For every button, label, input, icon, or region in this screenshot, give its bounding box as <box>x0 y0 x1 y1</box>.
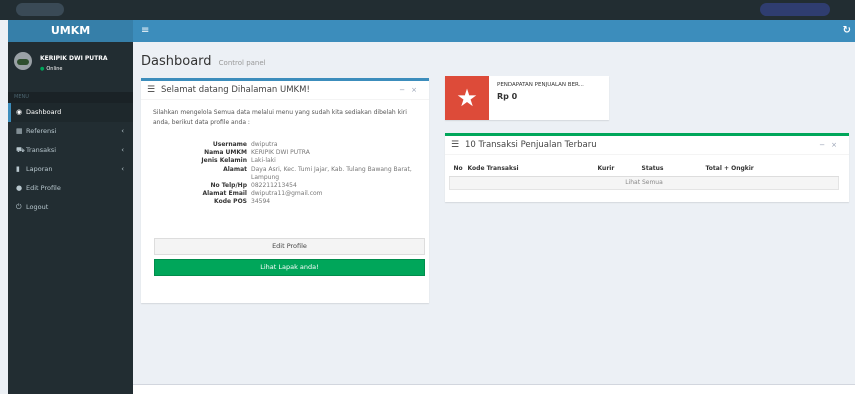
profile-value: 082211213454 <box>251 182 297 190</box>
revenue-label: PENDAPATAN PENJUALAN BER... <box>497 82 584 88</box>
sidebar-item-label: Transaksi <box>26 146 57 154</box>
refresh-icon[interactable]: ↻ <box>843 20 851 42</box>
sidebar-item-logout[interactable]: ⏻ Logout <box>8 198 133 217</box>
sidebar-item-dashboard[interactable]: ◉ Dashboard <box>8 103 133 122</box>
user-panel: KERIPIK DWI PUTRA ● Online <box>8 42 133 92</box>
profile-value: dwiputra11@gmail.com <box>251 190 323 198</box>
profile-row: Username dwiputra <box>153 141 423 149</box>
sidebar-item-label: Logout <box>26 203 49 211</box>
recent-transactions-box: ☰ 10 Transaksi Penjualan Terbaru −× No K… <box>445 133 849 202</box>
profile-key: No Telp/Hp <box>210 182 247 190</box>
box-tools: −× <box>819 141 843 149</box>
top-navbar: ≡ ↻ <box>133 20 855 42</box>
menu-header: MENU <box>8 92 133 103</box>
welcome-box: ☰ Selamat datang Dihalaman UMKM! −× Sila… <box>141 78 429 303</box>
main-content: Dashboard Control panel ☰ Selamat datang… <box>133 42 855 384</box>
column-header: Total + Ongkir <box>705 162 839 177</box>
welcome-title: Selamat datang Dihalaman UMKM! <box>161 85 310 95</box>
sidebar-item-label: Laporan <box>26 165 53 173</box>
profile-key: Kode POS <box>214 198 247 206</box>
column-header: Status <box>641 162 706 177</box>
profile-row: Nama UMKM KERIPIK DWI PUTRA <box>153 149 423 157</box>
welcome-box-header: ☰ Selamat datang Dihalaman UMKM! −× <box>141 81 429 100</box>
app-logo[interactable]: UMKM <box>8 20 133 42</box>
column-header: Kode Transaksi <box>467 162 598 177</box>
user-name: KERIPIK DWI PUTRA <box>40 55 108 62</box>
column-header: No <box>449 162 468 177</box>
profile-details: Username dwiputra Nama UMKM KERIPIK DWI PU… <box>153 141 423 207</box>
list-icon: ☰ <box>451 140 460 150</box>
profile-value: KERIPIK DWI PUTRA <box>251 149 310 157</box>
profile-value: 34594 <box>251 198 271 206</box>
browser-chrome-bar <box>0 0 855 20</box>
sidebar-item-label: Referensi <box>26 127 57 135</box>
list-icon: ☰ <box>147 85 156 95</box>
page-subtitle: Control panel <box>218 59 266 67</box>
profile-row: Jenis Kelamin Laki-laki <box>153 157 423 165</box>
profile-key: Username <box>212 141 247 148</box>
cart-icon: ⛟ <box>16 146 25 154</box>
profile-value: Laki-laki <box>251 157 276 165</box>
profile-row: Alamat Daya Asri, Kec. Tumi Jajar, Kab. T… <box>153 166 423 182</box>
close-icon[interactable]: × <box>831 141 843 149</box>
sidebar-item-label: Dashboard <box>26 108 62 116</box>
table-icon: ▦ <box>16 127 23 135</box>
see-all-link[interactable]: Lihat Semua <box>449 175 839 190</box>
view-store-button[interactable]: Lihat Lapak anda! <box>154 259 425 276</box>
user-status-label: Online <box>46 66 63 72</box>
profile-row: No Telp/Hp 082211213454 <box>153 182 423 190</box>
transactions-table: No Kode Transaksi Kurir Status Total + O… <box>449 162 839 190</box>
transactions-box-header: ☰ 10 Transaksi Penjualan Terbaru −× <box>445 136 849 155</box>
sidebar-item-referensi[interactable]: ▦ Referensi ‹ <box>8 122 133 141</box>
book-icon: ▮ <box>16 165 20 173</box>
close-icon[interactable]: × <box>411 86 423 94</box>
collapse-icon[interactable]: − <box>819 141 831 149</box>
profile-key: Alamat <box>223 165 247 173</box>
user-icon: ● <box>16 184 23 192</box>
sidebar-item-edit-profile[interactable]: ● Edit Profile <box>8 179 133 198</box>
page-title: Dashboard Control panel <box>141 54 266 69</box>
footer <box>133 384 855 394</box>
online-dot-icon: ● <box>40 66 45 72</box>
profile-key: Alamat Email <box>202 190 247 198</box>
table-row: Lihat Semua <box>449 175 839 190</box>
sidebar-item-label: Edit Profile <box>26 184 61 192</box>
table-header-row: No Kode Transaksi Kurir Status Total + O… <box>449 162 839 177</box>
chevron-left-icon: ‹ <box>121 165 124 173</box>
page-title-text: Dashboard <box>141 54 212 69</box>
star-icon: ★ <box>445 76 489 120</box>
sidebar-item-transaksi[interactable]: ⛟Transaksi ‹ <box>8 141 133 160</box>
chevron-left-icon: ‹ <box>121 127 124 135</box>
profile-row: Alamat Email dwiputra11@gmail.com <box>153 190 423 198</box>
hamburger-icon[interactable]: ≡ <box>141 20 149 42</box>
sidebar-item-laporan[interactable]: ▮ Laporan ‹ <box>8 160 133 179</box>
browser-profile-shape <box>760 3 830 16</box>
revenue-info-box: ★ PENDAPATAN PENJUALAN BER... Rp 0 <box>445 76 609 120</box>
dashboard-icon: ◉ <box>16 108 23 116</box>
chevron-left-icon: ‹ <box>121 146 124 154</box>
sidebar: KERIPIK DWI PUTRA ● Online MENU ◉ Dashboar… <box>8 42 133 394</box>
column-header: Kurir <box>597 162 642 177</box>
browser-tab-shape <box>16 3 64 16</box>
welcome-intro: Silahkan mengelola Semua data melalui me… <box>153 109 407 126</box>
box-tools: −× <box>399 86 423 94</box>
power-icon: ⏻ <box>16 203 22 211</box>
user-status: ● Online <box>40 66 63 72</box>
profile-row: Kode POS 34594 <box>153 198 423 206</box>
revenue-value: Rp 0 <box>497 92 518 101</box>
profile-key: Jenis Kelamin <box>201 157 247 165</box>
avatar <box>14 52 32 70</box>
transactions-title: 10 Transaksi Penjualan Terbaru <box>465 140 597 150</box>
profile-key: Nama UMKM <box>204 149 247 157</box>
profile-value: dwiputra <box>251 141 278 148</box>
collapse-icon[interactable]: − <box>399 86 411 94</box>
edit-profile-button[interactable]: Edit Profile <box>154 238 425 255</box>
profile-value: Daya Asri, Kec. Tumi Jajar, Kab. Tulang … <box>251 165 412 181</box>
